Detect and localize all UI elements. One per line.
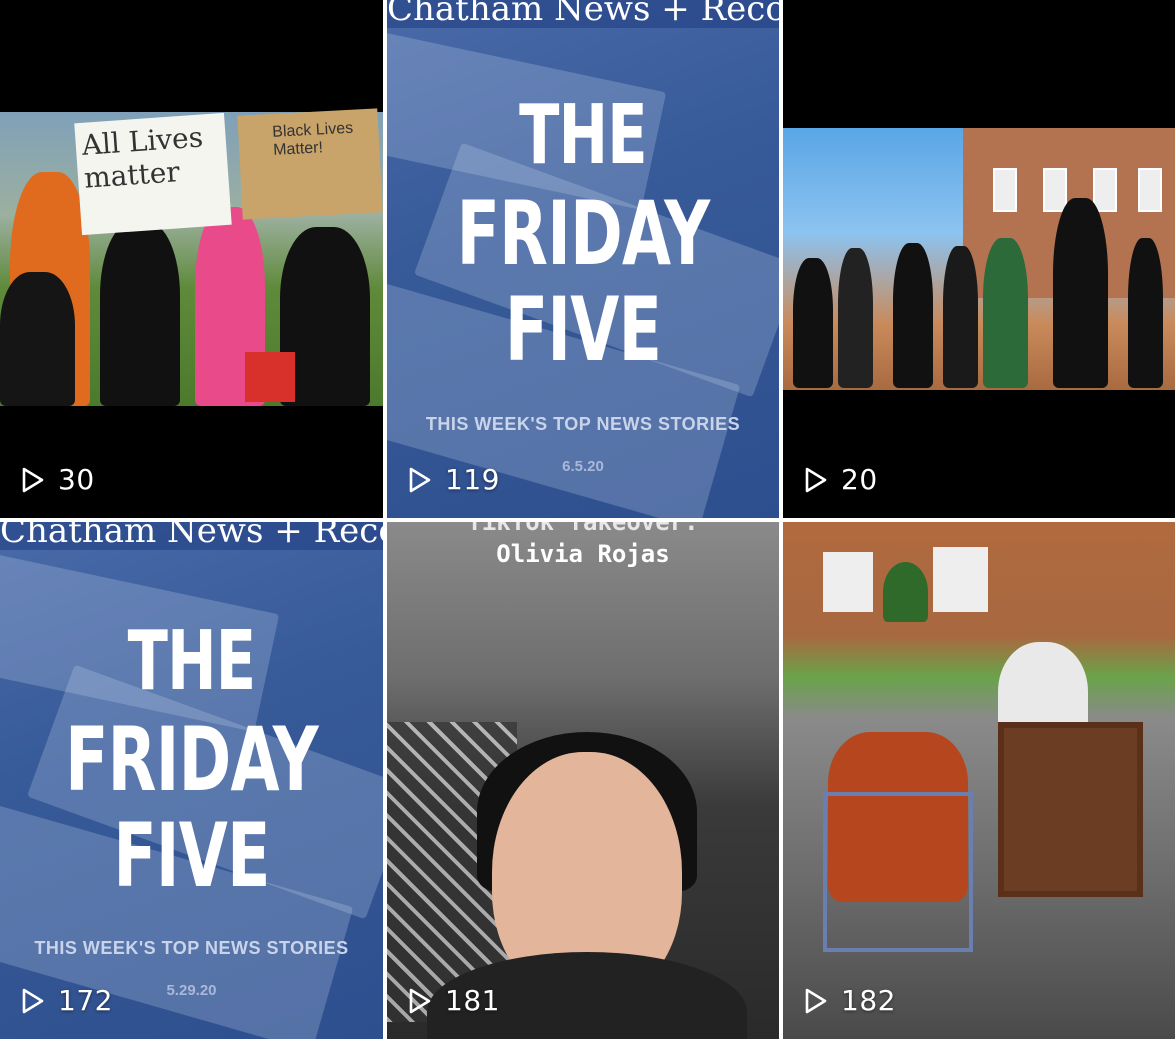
video-thumbnail-rally xyxy=(783,128,1175,390)
view-count-value: 182 xyxy=(841,984,896,1017)
view-count: 172 xyxy=(20,984,113,1017)
protest-sign-all-lives: All Lives matter xyxy=(74,112,232,236)
play-icon xyxy=(805,988,827,1013)
title-line-3: FIVE xyxy=(504,278,662,381)
view-count: 181 xyxy=(407,984,500,1017)
title-line-1: THE xyxy=(127,614,257,709)
play-icon xyxy=(22,988,44,1013)
video-tile-5[interactable]: TikTok Takeover: Olivia Rojas 181 xyxy=(387,522,779,1039)
protest-sign-black-lives: Black Lives Matter! xyxy=(237,108,383,220)
title-line-1: THE xyxy=(519,88,648,183)
play-icon xyxy=(805,467,827,492)
view-count-value: 119 xyxy=(445,463,500,496)
video-thumbnail-seniors xyxy=(783,522,1175,1039)
play-icon xyxy=(409,988,431,1013)
play-icon xyxy=(22,467,44,492)
subtitle: THIS WEEK'S TOP NEWS STORIES xyxy=(34,938,349,958)
title-line-2: FRIDAY xyxy=(456,182,710,285)
play-icon xyxy=(409,467,431,492)
title-line-2: FRIDAY xyxy=(65,708,318,811)
video-tile-3[interactable]: 20 xyxy=(783,0,1175,518)
overlay-name: Olivia Rojas xyxy=(496,540,670,568)
overlay-title: TikTok Takeover: xyxy=(467,522,699,536)
view-count-value: 172 xyxy=(58,984,113,1017)
video-tile-2[interactable]: Chatham News + Record THE FRIDAY FIVE TH… xyxy=(387,0,779,518)
view-count-value: 20 xyxy=(841,463,878,496)
title-line-3: FIVE xyxy=(113,804,270,907)
video-tile-6[interactable]: 182 xyxy=(783,522,1175,1039)
video-tile-1[interactable]: All Lives matter Black Lives Matter! 30 xyxy=(0,0,383,518)
view-count-value: 181 xyxy=(445,984,500,1017)
newspaper-masthead: Chatham News + Record xyxy=(387,0,779,28)
video-thumbnail-selfie xyxy=(387,522,779,1039)
view-count-value: 30 xyxy=(58,463,95,496)
view-count: 119 xyxy=(407,463,500,496)
newspaper-masthead: Chatham News + Record xyxy=(0,522,383,550)
video-grid: All Lives matter Black Lives Matter! 30 … xyxy=(0,0,1175,1039)
video-tile-4[interactable]: Chatham News + Record THE FRIDAY FIVE TH… xyxy=(0,522,383,1039)
view-count: 30 xyxy=(20,463,95,496)
subtitle: THIS WEEK'S TOP NEWS STORIES xyxy=(425,414,741,434)
view-count: 182 xyxy=(803,984,896,1017)
view-count: 20 xyxy=(803,463,878,496)
